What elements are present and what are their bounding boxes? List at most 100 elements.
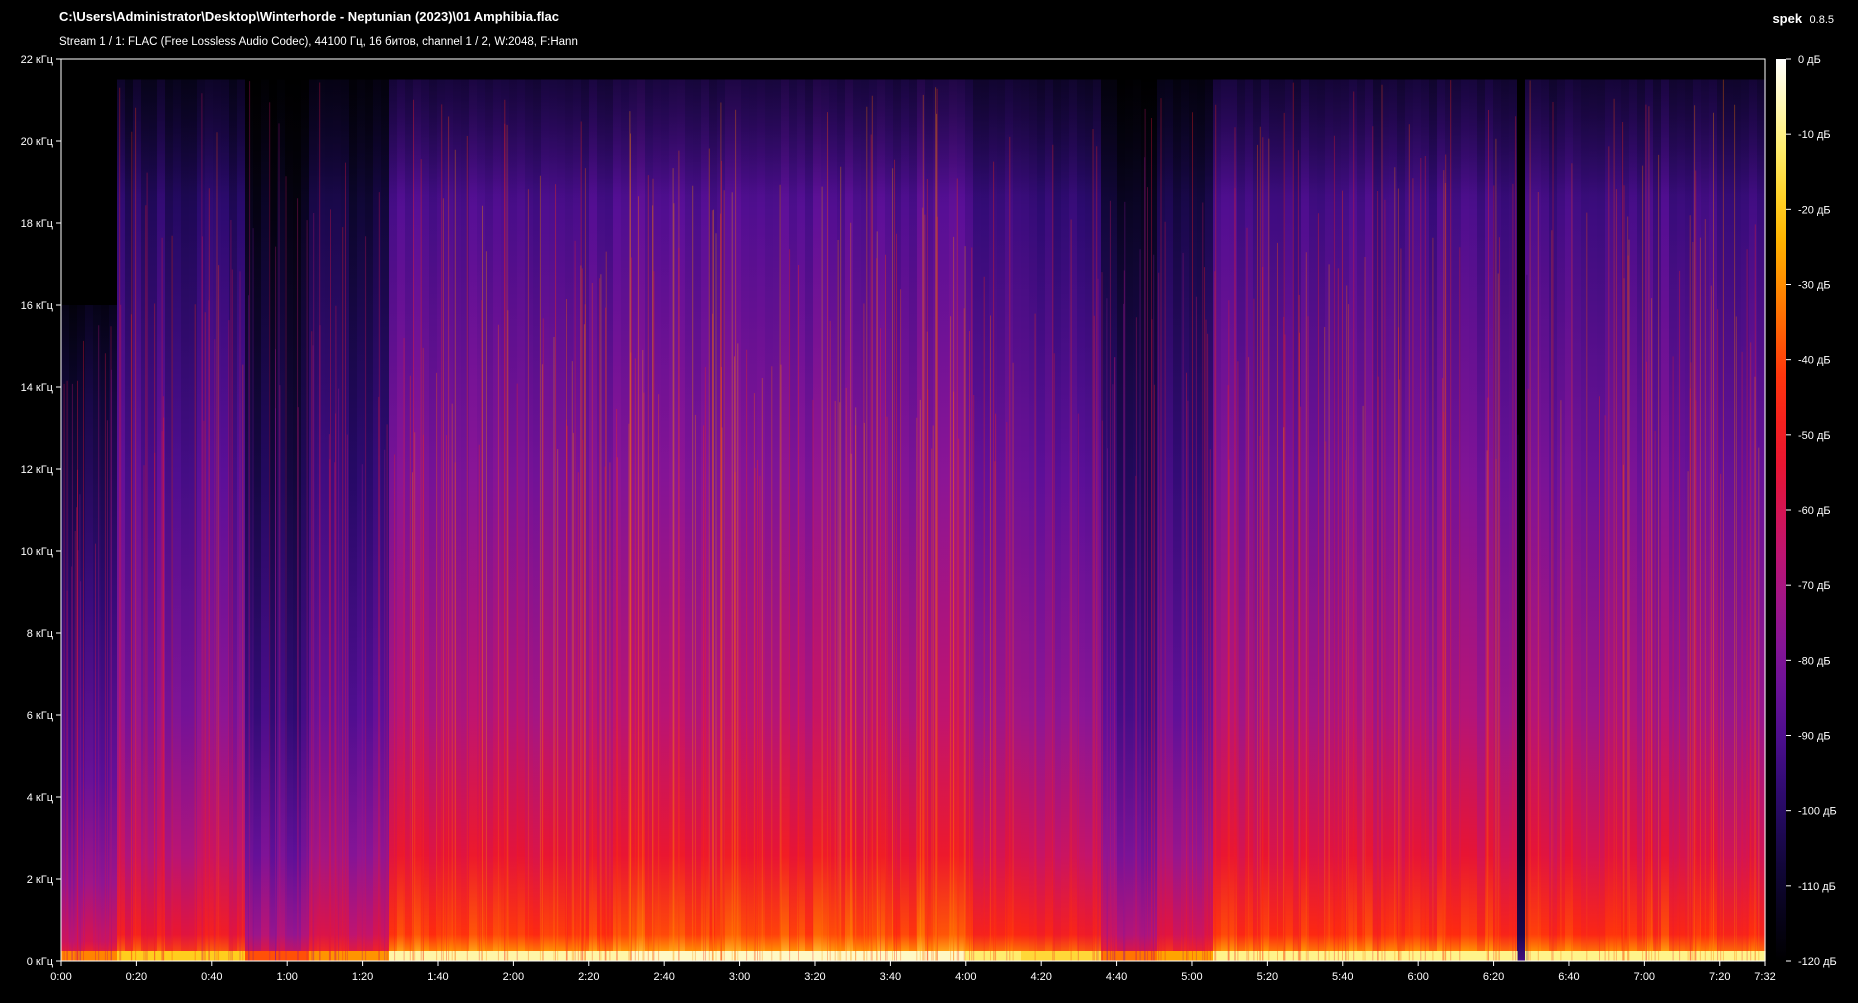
x-tick-label: 5:00 <box>1181 971 1202 983</box>
spectrogram-column <box>365 79 374 961</box>
bass-band <box>925 951 934 961</box>
spectrogram-column <box>589 79 598 961</box>
spectrogram-column <box>93 305 102 961</box>
x-tick-label: 7:32 <box>1754 971 1775 983</box>
bass-band <box>1469 951 1478 961</box>
spectrogram-column <box>1677 79 1686 961</box>
bass-band <box>365 951 374 961</box>
bass-band <box>1213 951 1222 961</box>
bass-band <box>1653 951 1662 961</box>
bass-band <box>173 951 182 961</box>
bass-band <box>997 951 1006 961</box>
bass-band <box>461 951 470 961</box>
bass-band <box>189 951 198 961</box>
spectrogram-column <box>661 79 670 961</box>
x-tick-label: 1:00 <box>276 971 297 983</box>
bass-band <box>1581 951 1590 961</box>
x-tick-label: 2:00 <box>503 971 524 983</box>
bass-band <box>1037 951 1046 961</box>
bass-band <box>517 951 526 961</box>
spectrogram-column <box>357 79 366 961</box>
spectrogram-column <box>509 79 518 961</box>
bass-band <box>1757 951 1766 961</box>
spectrogram-column <box>573 79 582 961</box>
x-tick-label: 4:00 <box>955 971 976 983</box>
y-tick-label: 16 кГц <box>21 300 54 312</box>
x-tick-label: 7:00 <box>1634 971 1655 983</box>
bass-band <box>549 951 558 961</box>
bass-band <box>1085 951 1094 961</box>
bass-band <box>1525 951 1534 961</box>
spectrogram-column <box>973 79 982 961</box>
spectrogram-column <box>1597 79 1606 961</box>
bass-band <box>109 951 118 961</box>
bass-band <box>861 951 870 961</box>
spectrogram-column <box>917 79 926 961</box>
spectrogram-column <box>1061 79 1070 961</box>
bass-band <box>661 951 670 961</box>
spectrogram-column <box>157 79 166 961</box>
spectrogram-column <box>453 79 462 961</box>
spectrogram-column <box>1533 79 1542 961</box>
spectrogram-column <box>757 79 766 961</box>
spectrogram-column <box>557 79 566 961</box>
spectrogram-column <box>1685 79 1694 961</box>
bass-band <box>1677 951 1686 961</box>
spectrogram-column <box>1541 79 1550 961</box>
bass-band <box>853 951 862 961</box>
bass-band <box>741 951 750 961</box>
spectrogram-column <box>765 79 774 961</box>
spectrogram-column <box>677 79 686 961</box>
spectrogram-column <box>1461 79 1470 961</box>
bass-band <box>677 951 686 961</box>
y-tick-label: 6 кГц <box>27 710 54 722</box>
x-tick-label: 0:40 <box>201 971 222 983</box>
spectrogram-column <box>781 79 790 961</box>
bass-band <box>1069 951 1078 961</box>
bass-band <box>1685 951 1694 961</box>
bass-band <box>1477 951 1486 961</box>
bass-band <box>557 951 566 961</box>
spectrogram-column <box>253 79 262 961</box>
colorbar-tick-label: -120 дБ <box>1798 956 1837 968</box>
spectrogram-column <box>117 79 126 961</box>
colorbar-tick-label: -90 дБ <box>1798 731 1831 743</box>
bass-band <box>221 951 230 961</box>
y-tick-label: 12 кГц <box>21 464 54 476</box>
spectrogram-column <box>805 79 814 961</box>
bass-band <box>693 951 702 961</box>
bass-band <box>1245 951 1254 961</box>
x-tick-label: 1:40 <box>427 971 448 983</box>
spectrogram-column <box>493 79 502 961</box>
spectrogram-column <box>1357 79 1366 961</box>
bass-band <box>1029 951 1038 961</box>
bass-band <box>941 951 950 961</box>
colorbar-tick-label: -60 дБ <box>1798 505 1831 517</box>
bass-band <box>1661 951 1670 961</box>
spectrogram-column <box>1581 79 1590 961</box>
spectrogram-column <box>1013 79 1022 961</box>
spectrogram-column <box>1661 79 1670 961</box>
spectrogram-column <box>1653 79 1662 961</box>
spectrogram-column <box>349 79 358 961</box>
bass-band <box>181 951 190 961</box>
colorbar-tick-label: -10 дБ <box>1798 129 1831 141</box>
spectrogram-column <box>389 79 398 961</box>
spectrogram-column <box>301 79 310 961</box>
bass-band <box>469 951 478 961</box>
spectrogram-column <box>1469 79 1478 961</box>
spectrogram-column <box>861 79 870 961</box>
x-tick-label: 2:20 <box>578 971 599 983</box>
bass-band <box>1629 951 1638 961</box>
spectrogram-column <box>381 79 390 961</box>
spectrogram-column <box>317 79 326 961</box>
spectrogram-column <box>1389 79 1398 961</box>
bass-band <box>877 951 886 961</box>
bass-band <box>149 951 158 961</box>
y-tick-label: 0 кГц <box>27 956 54 968</box>
x-tick-label: 4:40 <box>1106 971 1127 983</box>
bass-band <box>1573 951 1582 961</box>
spectrogram-column <box>621 79 630 961</box>
y-tick-label: 2 кГц <box>27 874 54 886</box>
bass-band <box>789 951 798 961</box>
